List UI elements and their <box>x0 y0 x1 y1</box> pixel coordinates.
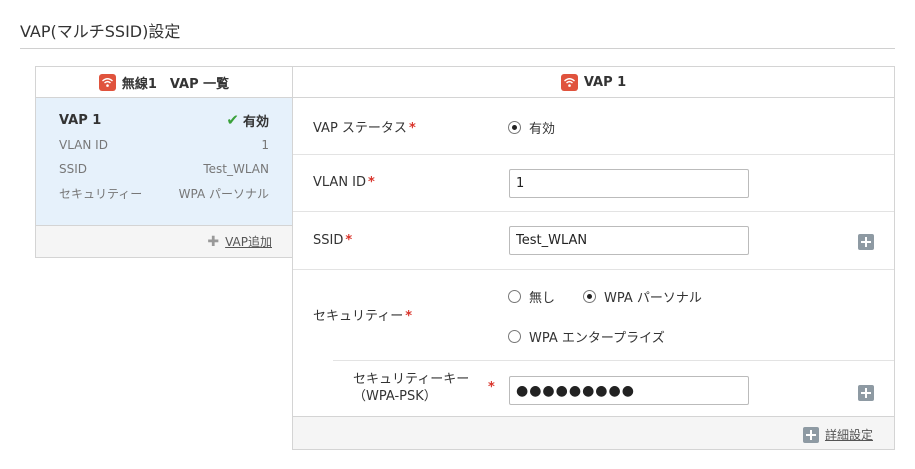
add-security-key-icon[interactable] <box>858 385 874 401</box>
vap-card-value: Test_WLAN <box>203 162 269 177</box>
ssid-label: SSID * <box>313 233 353 248</box>
wifi-icon <box>560 73 578 91</box>
vap-card-value: WPA パーソナル <box>178 187 269 202</box>
required-mark: * <box>405 309 413 324</box>
vap-card-value: 1 <box>261 137 269 152</box>
vap-card-row-security: セキュリティー WPA パーソナル <box>59 182 269 207</box>
security-wpa-enterprise-radio[interactable]: WPA エンタープライズ <box>508 327 665 346</box>
vap-card-row-vlan: VLAN ID 1 <box>59 133 269 158</box>
vap-card-label: VLAN ID <box>59 137 108 152</box>
required-mark: * <box>488 380 495 395</box>
vap-status-row: VAP ステータス * 有効 <box>293 98 894 155</box>
add-vap-link[interactable]: VAP追加 <box>225 233 272 250</box>
add-vap-row: ✚ VAP追加 <box>36 226 292 257</box>
add-ssid-icon[interactable] <box>858 234 874 250</box>
vap-card-status-text: 有効 <box>242 114 269 130</box>
security-key-label: セキュリティーキー （WPA-PSK） <box>353 372 470 404</box>
vap-settings-header: VAP 1 <box>293 67 894 98</box>
vap-card-name: VAP 1 <box>59 112 102 128</box>
advanced-settings-link[interactable]: 詳細設定 <box>802 426 873 443</box>
security-block: セキュリティー * 無し WPA パーソナル WPA エンタープライズ セキュリテ… <box>293 270 894 417</box>
check-icon: ✔ <box>226 111 239 130</box>
vap-card-label: セキュリティー <box>59 187 143 202</box>
vap-card-status: ✔ 有効 <box>226 111 269 130</box>
required-mark: * <box>368 175 375 190</box>
security-wpa-personal-radio[interactable]: WPA パーソナル <box>583 287 702 306</box>
required-mark: * <box>408 121 416 136</box>
plus-icon: ✚ <box>207 233 220 250</box>
vap-card-row-ssid: SSID Test_WLAN <box>59 157 269 182</box>
vap-list-title: 無線1 VAP 一覧 <box>121 76 230 92</box>
ssid-input[interactable] <box>509 226 749 255</box>
vap-status-label: VAP ステータス * <box>313 121 416 136</box>
ssid-row: SSID * <box>293 212 894 270</box>
vap-settings-panel: VAP 1 VAP ステータス* 有効 VLAN ID* SSID* セキュリテ… <box>292 66 895 450</box>
vap-status-enabled-radio[interactable]: 有効 <box>508 118 555 137</box>
advanced-settings-footer: 詳細設定 <box>293 416 894 449</box>
required-mark: * <box>345 233 353 248</box>
radio-selected-icon <box>508 121 521 134</box>
security-label: セキュリティー * <box>313 309 413 324</box>
security-none-radio[interactable]: 無し <box>508 287 555 306</box>
title-divider <box>20 48 895 49</box>
vlan-id-label: VLAN ID * <box>313 175 375 190</box>
vap-settings-title: VAP 1 <box>583 74 627 90</box>
vap-card[interactable]: VAP 1 ✔ 有効 VLAN ID 1 SSID Test_WLAN セキュリ… <box>36 98 292 226</box>
page-title: VAP(マルチSSID)設定 <box>20 22 181 41</box>
radio-unselected-icon <box>508 330 521 343</box>
radio-selected-icon <box>583 290 596 303</box>
vap-list-panel: 無線1 VAP 一覧 VAP 1 ✔ 有効 VLAN ID 1 SSID Tes… <box>35 66 293 258</box>
vap-card-title-row: VAP 1 ✔ 有効 <box>59 108 269 133</box>
vlan-id-input[interactable] <box>509 169 749 198</box>
wifi-icon <box>98 73 116 91</box>
vlan-id-row: VLAN ID * <box>293 155 894 212</box>
security-key-input[interactable]: ●●●●●●●●● <box>509 376 749 405</box>
vap-card-label: SSID <box>59 162 88 177</box>
security-key-divider <box>333 360 894 361</box>
radio-unselected-icon <box>508 290 521 303</box>
vap-list-header: 無線1 VAP 一覧 <box>36 67 292 98</box>
plus-square-icon <box>802 426 819 443</box>
